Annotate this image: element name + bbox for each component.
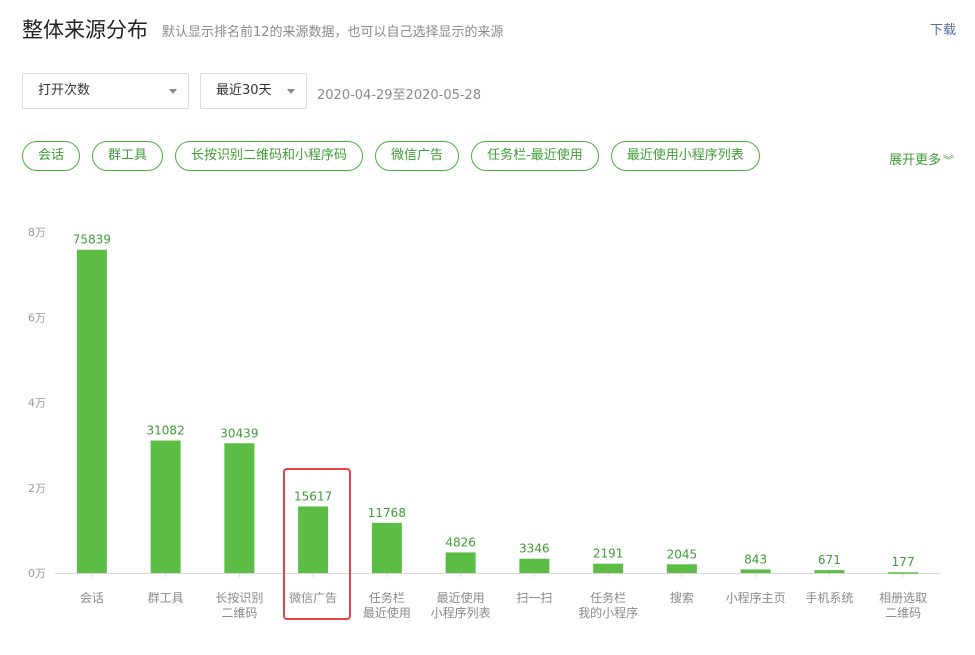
x-tick-label: 任务栏	[369, 590, 405, 605]
bar	[740, 569, 771, 573]
bar	[814, 570, 845, 573]
x-tick-label: 搜索	[670, 590, 694, 605]
bar-chart: 0万2万4万6万8万75839会话31082群工具30439长按识别二维码和小程…	[28, 226, 940, 620]
x-tick-label: 小程序主页	[726, 590, 786, 605]
x-tick-label: 长按识别	[215, 591, 263, 605]
x-tick-label: 任务栏	[590, 590, 626, 605]
bar	[371, 522, 402, 573]
bar	[224, 443, 255, 573]
source-tag[interactable]: 任务栏-最近使用	[471, 141, 599, 171]
x-tick-label: 群工具	[148, 591, 184, 605]
bar	[150, 440, 181, 573]
source-tag[interactable]: 最近使用小程序列表	[610, 141, 760, 171]
chevron-down-icon	[287, 89, 295, 94]
x-tick-label: 小程序列表	[431, 605, 491, 620]
x-tick-label: 我的小程序	[578, 605, 638, 620]
bar-value-label: 15617	[294, 489, 332, 503]
y-tick-label: 2万	[28, 482, 46, 495]
double-chevron-down-icon: ︾	[943, 154, 954, 167]
source-tag[interactable]: 微信广告	[375, 141, 460, 171]
x-tick-label: 最近使用	[437, 590, 485, 605]
bar	[666, 564, 697, 573]
x-tick-label: 相册选取	[879, 591, 927, 605]
x-tick-label: 最近使用	[363, 605, 411, 620]
page-title: 整体来源分布	[22, 18, 148, 42]
y-tick-label: 8万	[28, 226, 46, 239]
source-tag[interactable]: 长按识别二维码和小程序码	[175, 141, 364, 171]
period-select-value: 最近30天	[216, 83, 272, 98]
period-select[interactable]: 最近30天	[200, 73, 307, 109]
bar-value-label: 3346	[519, 542, 550, 556]
bar	[593, 563, 624, 573]
bar-value-label: 4826	[445, 535, 476, 549]
expand-more-label: 展开更多	[888, 153, 941, 168]
bar-value-label: 843	[744, 552, 767, 566]
x-tick-label: 二维码	[221, 606, 257, 620]
expand-more-link[interactable]: 展开更多 ︾	[889, 149, 954, 168]
metric-select[interactable]: 打开次数	[22, 73, 189, 109]
bar	[445, 552, 476, 573]
bar-value-label: 11768	[368, 506, 406, 520]
bar	[888, 572, 919, 574]
source-tag[interactable]: 会话	[22, 141, 81, 171]
date-range: 2020-04-29至2020-05-28	[317, 88, 482, 103]
y-tick-label: 4万	[28, 397, 46, 410]
x-tick-label: 扫一扫	[516, 591, 552, 605]
chevron-down-icon	[169, 89, 177, 94]
source-tag-list: 会话 群工具 长按识别二维码和小程序码 微信广告 任务栏-最近使用 最近使用小程…	[22, 141, 772, 171]
bar-value-label: 31082	[147, 424, 185, 438]
bar-value-label: 177	[892, 555, 915, 569]
bar-value-label: 30439	[220, 426, 258, 440]
bar-value-label: 671	[818, 553, 841, 567]
bar	[298, 506, 329, 573]
x-tick-label: 会话	[80, 591, 104, 605]
bar	[519, 558, 550, 573]
bar-value-label: 75839	[73, 233, 111, 247]
x-tick-label: 二维码	[885, 606, 921, 620]
y-tick-label: 0万	[28, 567, 46, 580]
metric-select-value: 打开次数	[38, 83, 91, 98]
x-tick-label: 手机系统	[805, 591, 853, 605]
bar-value-label: 2191	[593, 547, 624, 561]
page-subtitle: 默认显示排名前12的来源数据，也可以自己选择显示的来源	[162, 25, 504, 40]
download-link[interactable]: 下载	[930, 19, 956, 38]
y-tick-label: 6万	[28, 311, 46, 324]
x-tick-label: 微信广告	[289, 591, 337, 605]
bar-value-label: 2045	[667, 547, 698, 561]
source-tag[interactable]: 群工具	[92, 141, 164, 171]
bar	[76, 249, 107, 573]
